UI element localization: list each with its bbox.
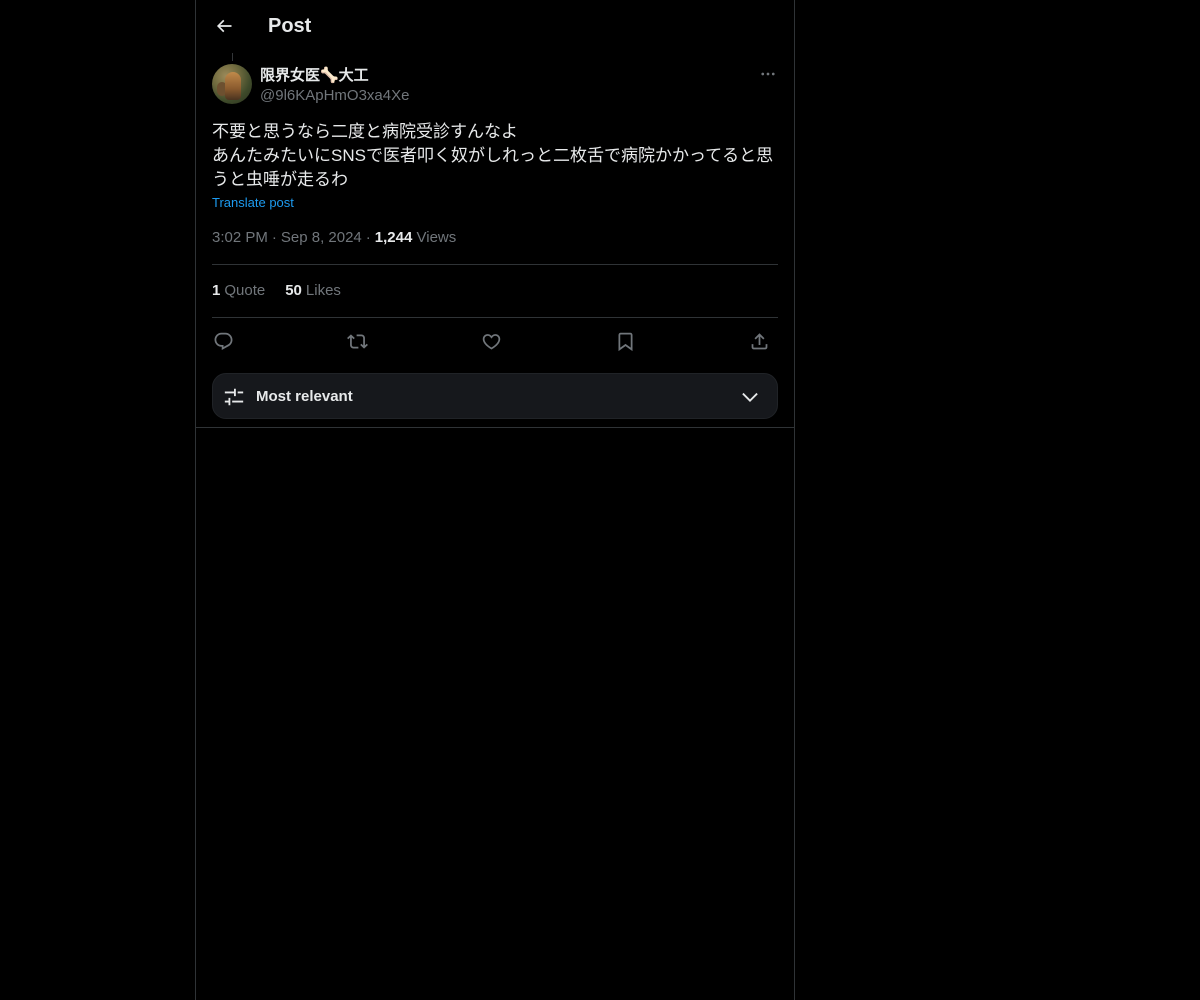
repost-button[interactable] bbox=[344, 328, 370, 354]
likes-count: 50 bbox=[285, 282, 302, 299]
repost-icon bbox=[346, 333, 368, 349]
post-meta: 3:02 PM · Sep 8, 2024 · 1,244 Views bbox=[212, 228, 456, 248]
page-title: Post bbox=[268, 15, 312, 37]
reply-icon bbox=[214, 332, 232, 350]
bookmark-button[interactable] bbox=[612, 328, 638, 354]
post-date[interactable]: Sep 8, 2024 bbox=[281, 229, 362, 246]
meta-separator: · bbox=[365, 229, 371, 246]
sort-label: Most relevant bbox=[256, 388, 353, 405]
author-display-name[interactable]: 限界女医🦴大工 bbox=[260, 66, 369, 86]
reply-sort-dropdown[interactable]: Most relevant bbox=[212, 373, 778, 419]
post-actions bbox=[212, 328, 778, 354]
like-button[interactable] bbox=[478, 328, 504, 354]
chevron-down-icon bbox=[742, 392, 758, 402]
author-handle[interactable]: @9l6KApHmO3xa4Xe bbox=[260, 86, 409, 106]
share-icon bbox=[751, 332, 767, 349]
quotes-label: Quote bbox=[224, 282, 266, 299]
post-time[interactable]: 3:02 PM bbox=[212, 229, 268, 246]
meta-separator: · bbox=[271, 229, 277, 246]
bookmark-icon bbox=[618, 332, 632, 351]
like-icon bbox=[482, 333, 500, 350]
share-button[interactable] bbox=[746, 328, 772, 354]
quotes-count: 1 bbox=[212, 282, 221, 299]
thread-connector bbox=[232, 53, 233, 61]
avatar[interactable] bbox=[212, 64, 252, 104]
page-header: Post bbox=[196, 0, 794, 53]
quotes-stat[interactable]: 1 Quote bbox=[212, 281, 265, 301]
post-detail: 限界女医🦴大工 @9l6KApHmO3xa4Xe 不要と思うなら二度と病院受診す… bbox=[212, 64, 778, 419]
divider bbox=[196, 427, 794, 428]
more-icon bbox=[761, 72, 775, 76]
likes-stat[interactable]: 50 Likes bbox=[285, 281, 341, 301]
divider bbox=[212, 317, 778, 318]
translate-post-link[interactable]: Translate post bbox=[212, 195, 294, 211]
post-text: 不要と思うなら二度と病院受診すんなよ あんたみたいにSNSで医者叩く奴がしれっと… bbox=[212, 122, 774, 189]
divider bbox=[212, 264, 778, 265]
back-button[interactable] bbox=[208, 10, 240, 42]
views-label: Views bbox=[416, 229, 457, 246]
main-column: Post 限界女医🦴大工 @9l6KApHmO3xa4Xe 不要と思うなら二度と… bbox=[195, 0, 795, 1000]
likes-label: Likes bbox=[305, 282, 341, 299]
reply-button[interactable] bbox=[210, 328, 236, 354]
post-stats: 1 Quote 50 Likes bbox=[212, 281, 341, 301]
more-options-button[interactable] bbox=[758, 64, 778, 84]
views-count: 1,244 bbox=[374, 229, 413, 246]
sliders-icon bbox=[224, 388, 244, 406]
arrow-left-icon bbox=[216, 19, 232, 33]
post-author-row: 限界女医🦴大工 @9l6KApHmO3xa4Xe bbox=[212, 64, 778, 106]
